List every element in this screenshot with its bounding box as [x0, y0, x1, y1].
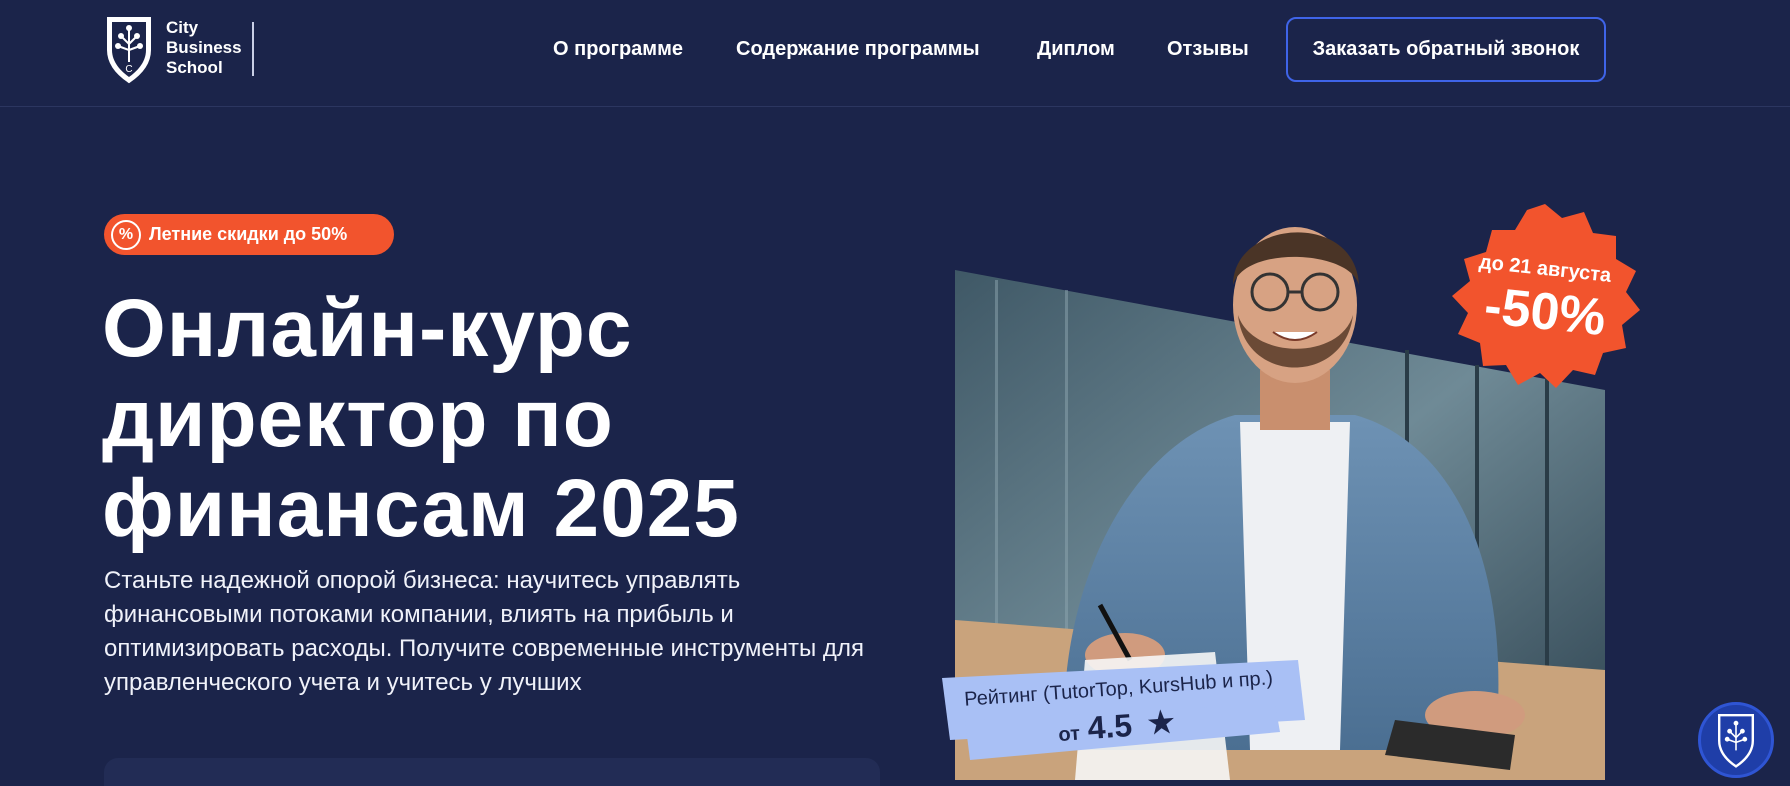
- nav-item-reviews[interactable]: Отзывы: [1167, 38, 1249, 61]
- nav-item-content[interactable]: Содержание программы: [736, 38, 980, 61]
- title-line-3: финансам 2025: [102, 463, 740, 554]
- rating-prefix: от: [1057, 722, 1081, 747]
- logo-shield-letter: C: [125, 64, 132, 75]
- rating-number: 4.5: [1086, 707, 1134, 747]
- rating-ribbon: Рейтинг (TutorTop, KursHub и пр.) от 4.5…: [940, 660, 1305, 760]
- logo-line-school: School: [166, 58, 223, 77]
- logo-divider: [252, 22, 254, 76]
- title-line-1: Онлайн-курс: [102, 283, 633, 374]
- hero-subtitle: Станьте надежной опорой бизнеса: научите…: [104, 567, 864, 696]
- logo-text: City Business School: [166, 18, 242, 78]
- bottom-card: [104, 758, 880, 786]
- shield-tree-icon: C: [107, 17, 151, 84]
- percent-icon: %: [111, 219, 141, 250]
- callback-button[interactable]: Заказать обратный звонок: [1286, 17, 1606, 82]
- shield-tree-icon: [1718, 714, 1754, 768]
- page-title: Онлайн-курс директор по финансам 2025: [102, 284, 922, 554]
- summer-sale-badge: % Летние скидки до 50%: [104, 214, 394, 255]
- nav-item-diploma[interactable]: Диплом: [1037, 38, 1115, 61]
- title-line-2: директор по: [102, 373, 614, 464]
- logo-line-business: Business: [166, 38, 242, 57]
- rating-value-group: от 4.5 ★: [1057, 702, 1178, 750]
- logo[interactable]: C City Business School: [104, 14, 242, 84]
- star-icon: ★: [1144, 702, 1178, 743]
- chat-widget-button[interactable]: [1698, 702, 1774, 778]
- logo-line-city: City: [166, 18, 199, 37]
- site-header: C City Business School О программе Содер…: [0, 0, 1790, 107]
- summer-sale-text: Летние скидки до 50%: [149, 224, 348, 244]
- nav-item-about[interactable]: О программе: [553, 38, 683, 61]
